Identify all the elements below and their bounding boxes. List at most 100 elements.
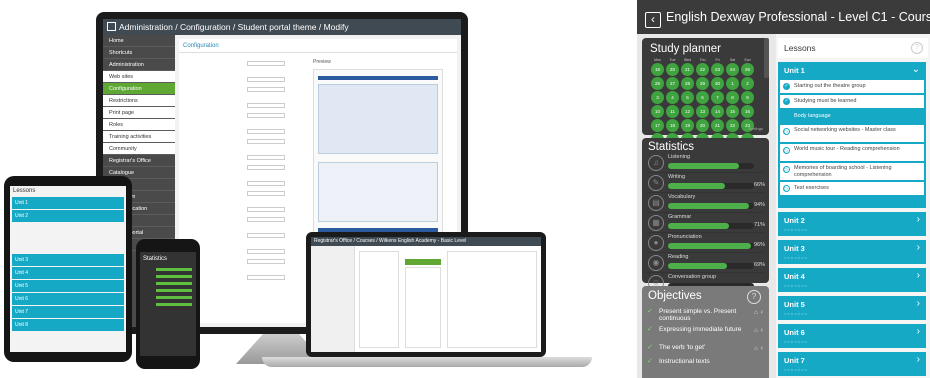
objective-actions-icon[interactable]: ⌂ ♀	[754, 328, 764, 335]
calendar-day[interactable]: 19	[651, 63, 664, 76]
calendar-day[interactable]: 8	[726, 91, 739, 104]
calendar-day[interactable]: 22	[726, 119, 739, 132]
calendar-day[interactable]: 27	[666, 77, 679, 90]
menu-icon[interactable]	[107, 22, 116, 31]
calendar-day[interactable]: 15	[726, 105, 739, 118]
monitor-sidebar-item[interactable]: Shortcuts	[103, 47, 175, 59]
form-row[interactable]	[183, 233, 293, 240]
unit-item[interactable]: Unit 3 › ○○○○○○○	[778, 240, 926, 264]
planner-settings-link[interactable]: Settings	[749, 126, 763, 131]
lesson-item[interactable]: ▷ Memories of boarding school - Listening…	[780, 163, 924, 180]
calendar-day[interactable]: 26	[651, 77, 664, 90]
calendar-day[interactable]: 11	[666, 105, 679, 118]
tablet-unit[interactable]: Unit 6	[12, 293, 124, 305]
monitor-sidebar-item[interactable]: Community	[103, 143, 175, 155]
form-row[interactable]	[183, 217, 293, 224]
lesson-item[interactable]: ▷ Social networking websites - Master cla…	[780, 125, 924, 142]
statistic-row[interactable]: ◉ Reading 69%	[646, 253, 765, 273]
form-row[interactable]	[183, 181, 293, 188]
calendar-day[interactable]: 2	[741, 77, 754, 90]
calendar-day[interactable]: 30	[711, 77, 724, 90]
lesson-item[interactable]: ✓ Studying must be learned	[780, 95, 924, 108]
statistic-row[interactable]: ▦ Grammar 71%	[646, 213, 765, 233]
monitor-sidebar-item[interactable]: Training activities	[103, 131, 175, 143]
chevron-right-icon[interactable]: ›	[917, 270, 920, 281]
lesson-item[interactable]: ✓ Starting out the theatre group	[780, 80, 924, 93]
help-icon[interactable]: ?	[911, 42, 923, 54]
form-row[interactable]	[183, 139, 293, 146]
calendar-day[interactable]: 17	[651, 119, 664, 132]
monitor-sidebar-item[interactable]: Roles	[103, 119, 175, 131]
statistic-row[interactable]: ● Pronunciation 96%	[646, 233, 765, 253]
calendar-day[interactable]: 20	[696, 119, 709, 132]
unit-item[interactable]: Unit 2 › ○○○○○○○	[778, 212, 926, 236]
objective-actions-icon[interactable]: ⌂ ♀	[754, 310, 764, 317]
form-row[interactable]	[183, 165, 293, 172]
form-row[interactable]	[183, 103, 293, 110]
calendar-day[interactable]: 9	[741, 91, 754, 104]
form-row[interactable]	[183, 129, 293, 136]
statistic-row[interactable]: ✎ Writing 66%	[646, 173, 765, 193]
laptop-selected-row[interactable]	[405, 259, 441, 265]
calendar-day[interactable]: 29	[696, 77, 709, 90]
monitor-sidebar-item[interactable]: Web sites	[103, 71, 175, 83]
calendar-day[interactable]: 24	[726, 63, 739, 76]
form-row[interactable]	[183, 207, 293, 214]
tablet-unit[interactable]: Unit 5	[12, 280, 124, 292]
scrollbar-thumb[interactable]	[764, 38, 769, 78]
calendar-day[interactable]: 1	[726, 77, 739, 90]
form-row[interactable]	[183, 191, 293, 198]
back-icon[interactable]: ‹	[645, 12, 661, 28]
calendar-day[interactable]: 20	[666, 63, 679, 76]
calendar-day[interactable]: 10	[651, 105, 664, 118]
form-row[interactable]	[183, 61, 293, 68]
unit-item[interactable]: Unit 4 › ○○○○○○○	[778, 268, 926, 292]
lesson-item[interactable]: Body language	[780, 110, 924, 123]
calendar-day[interactable]: 28	[681, 77, 694, 90]
form-row[interactable]	[183, 77, 293, 84]
monitor-sidebar-item[interactable]: Configuration	[103, 83, 175, 95]
lesson-item[interactable]: ▷ World music tour - Reading comprehensio…	[780, 144, 924, 161]
unit-1-header[interactable]: Unit 1 ⌄	[778, 62, 926, 78]
calendar-day[interactable]: 3	[651, 91, 664, 104]
calendar-day[interactable]: 16	[741, 105, 754, 118]
unit-item[interactable]: Unit 5 › ○○○○○○○	[778, 296, 926, 320]
tablet-unit[interactable]: Unit 2	[12, 210, 124, 222]
unit-item[interactable]: Unit 6 › ○○○○○○○	[778, 324, 926, 348]
form-row[interactable]	[183, 87, 293, 94]
calendar-day[interactable]: 22	[696, 63, 709, 76]
objective-actions-icon[interactable]: ⌂ ♀	[754, 346, 764, 353]
chevron-right-icon[interactable]: ›	[917, 242, 920, 253]
calendar-day[interactable]: 19	[681, 119, 694, 132]
monitor-sidebar-item[interactable]: Restrictions	[103, 95, 175, 107]
calendar-day[interactable]: 25	[741, 63, 754, 76]
chevron-down-icon[interactable]: ⌄	[912, 64, 920, 75]
form-row[interactable]	[183, 155, 293, 162]
tablet-unit[interactable]: Unit 4	[12, 267, 124, 279]
calendar-day[interactable]: 6	[696, 91, 709, 104]
calendar-day[interactable]: 18	[666, 119, 679, 132]
monitor-sidebar-item[interactable]: Home	[103, 35, 175, 47]
tablet-unit[interactable]: Unit 1	[12, 197, 124, 209]
calendar-day[interactable]: 7	[711, 91, 724, 104]
tablet-unit[interactable]: Unit 3	[12, 254, 124, 266]
calendar-day[interactable]: 12	[681, 105, 694, 118]
chevron-right-icon[interactable]: ›	[917, 326, 920, 337]
calendar-day[interactable]: 21	[711, 119, 724, 132]
left-scrollbar[interactable]	[764, 38, 769, 378]
tablet-unit[interactable]: Unit 8	[12, 319, 124, 331]
objective-item[interactable]: ✓ The verb 'to get' ⌂ ♀	[647, 344, 764, 358]
unit-item[interactable]: Unit 7 › ○○○○○○○	[778, 352, 926, 376]
monitor-sidebar-item[interactable]: Registrar's Office	[103, 155, 175, 167]
lesson-item[interactable]: ▷ Test exercises	[780, 182, 924, 195]
tablet-unit[interactable]: Unit 7	[12, 306, 124, 318]
calendar-day[interactable]: 5	[681, 91, 694, 104]
chevron-right-icon[interactable]: ›	[917, 354, 920, 365]
tablet-lesson[interactable]	[10, 247, 126, 253]
calendar-day[interactable]: 21	[681, 63, 694, 76]
chevron-right-icon[interactable]: ›	[917, 298, 920, 309]
calendar-day[interactable]: 4	[666, 91, 679, 104]
statistic-row[interactable]: ♫ Listening	[646, 153, 765, 173]
calendar-day[interactable]: 13	[696, 105, 709, 118]
monitor-sidebar-item[interactable]: Print page	[103, 107, 175, 119]
